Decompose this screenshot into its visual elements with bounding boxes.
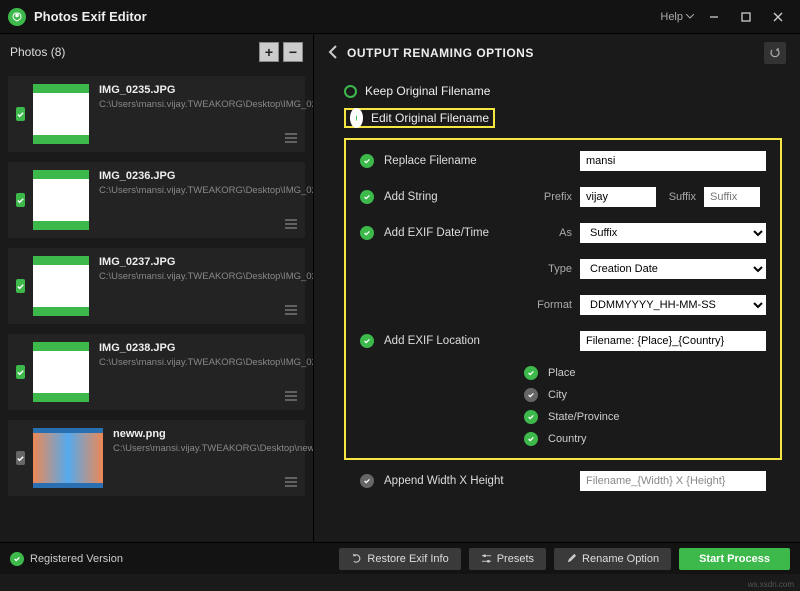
help-menu[interactable]: Help bbox=[660, 11, 694, 23]
thumbnail bbox=[33, 170, 89, 230]
rename-options: Replace Filename Add String Prefix Suffi… bbox=[344, 138, 782, 460]
back-button[interactable] bbox=[328, 45, 337, 62]
check-add-location[interactable] bbox=[360, 334, 374, 348]
statusbar: Registered Version Restore Exif Info Pre… bbox=[0, 542, 800, 574]
item-menu-icon[interactable] bbox=[285, 133, 297, 146]
photo-list[interactable]: IMG_0235.JPG C:\Users\mansi.vijay.TWEAKOR… bbox=[0, 70, 313, 542]
thumbnail bbox=[33, 428, 103, 488]
filepath: C:\Users\mansi.vijay.TWEAKORG\Desktop\ne… bbox=[113, 443, 313, 455]
minimize-button[interactable] bbox=[700, 5, 728, 29]
pencil-icon bbox=[566, 553, 577, 564]
location-pattern-input[interactable] bbox=[580, 331, 766, 351]
check-city[interactable] bbox=[524, 388, 538, 402]
checkbox-icon[interactable] bbox=[16, 279, 25, 293]
radio-edit-original[interactable]: Edit Original Filename bbox=[344, 108, 782, 128]
app-title: Photos Exif Editor bbox=[34, 9, 660, 24]
check-place[interactable] bbox=[524, 366, 538, 380]
checkbox-icon[interactable] bbox=[16, 451, 25, 465]
filepath: C:\Users\mansi.vijay.TWEAKORG\Desktop\IM… bbox=[99, 185, 313, 197]
filename: IMG_0236.JPG bbox=[99, 170, 313, 182]
checkbox-icon[interactable] bbox=[16, 365, 25, 379]
suffix-input[interactable] bbox=[704, 187, 760, 207]
check-country[interactable] bbox=[524, 432, 538, 446]
item-menu-icon[interactable] bbox=[285, 219, 297, 232]
sidebar: Photos (8) + − IMG_0235.JPG C:\Users\mans… bbox=[0, 34, 314, 542]
thumbnail bbox=[33, 84, 89, 144]
datetime-as-select[interactable]: Suffix bbox=[580, 223, 766, 243]
photo-item[interactable]: neww.pngC:\Users\mansi.vijay.TWEAKORG\De… bbox=[8, 420, 305, 496]
titlebar: Photos Exif Editor Help bbox=[0, 0, 800, 34]
sidebar-title: Photos (8) bbox=[10, 45, 255, 59]
close-button[interactable] bbox=[764, 5, 792, 29]
photo-item[interactable]: IMG_0237.JPGC:\Users\mansi.vijay.TWEAKOR… bbox=[8, 248, 305, 324]
start-process-button[interactable]: Start Process bbox=[679, 548, 790, 570]
presets-button[interactable]: Presets bbox=[469, 548, 546, 570]
remove-photo-button[interactable]: − bbox=[283, 42, 303, 62]
photo-item[interactable]: IMG_0238.JPGC:\Users\mansi.vijay.TWEAKOR… bbox=[8, 334, 305, 410]
add-photo-button[interactable]: + bbox=[259, 42, 279, 62]
filename: IMG_0235.JPG bbox=[99, 84, 313, 96]
filepath: C:\Users\mansi.vijay.TWEAKORG\Desktop\IM… bbox=[99, 357, 313, 369]
wh-pattern-input bbox=[580, 471, 766, 491]
filename: IMG_0237.JPG bbox=[99, 256, 313, 268]
prefix-input[interactable] bbox=[580, 187, 656, 207]
photo-item[interactable]: IMG_0235.JPGC:\Users\mansi.vijay.TWEAKOR… bbox=[8, 76, 305, 152]
reset-button[interactable] bbox=[764, 42, 786, 64]
datetime-type-select[interactable]: Creation Date bbox=[580, 259, 766, 279]
panel-title: OUTPUT RENAMING OPTIONS bbox=[347, 46, 764, 60]
check-add-string[interactable] bbox=[360, 190, 374, 204]
checkbox-icon[interactable] bbox=[16, 193, 25, 207]
check-state[interactable] bbox=[524, 410, 538, 424]
thumbnail bbox=[33, 342, 89, 402]
replace-filename-input[interactable] bbox=[580, 151, 766, 171]
app-logo-icon bbox=[8, 8, 26, 26]
check-add-datetime[interactable] bbox=[360, 226, 374, 240]
photo-item[interactable]: IMG_0236.JPGC:\Users\mansi.vijay.TWEAKOR… bbox=[8, 162, 305, 238]
check-append-wh[interactable] bbox=[360, 474, 374, 488]
datetime-format-select[interactable]: DDMMYYYY_HH-MM-SS bbox=[580, 295, 766, 315]
item-menu-icon[interactable] bbox=[285, 305, 297, 318]
thumbnail bbox=[33, 256, 89, 316]
radio-icon bbox=[344, 85, 357, 98]
check-replace-filename[interactable] bbox=[360, 154, 374, 168]
maximize-button[interactable] bbox=[732, 5, 760, 29]
restore-exif-button[interactable]: Restore Exif Info bbox=[339, 548, 460, 570]
chevron-down-icon bbox=[686, 14, 694, 19]
filepath: C:\Users\mansi.vijay.TWEAKORG\Desktop\IM… bbox=[99, 99, 313, 111]
filepath: C:\Users\mansi.vijay.TWEAKORG\Desktop\IM… bbox=[99, 271, 313, 283]
checkbox-icon[interactable] bbox=[16, 107, 25, 121]
registered-status: Registered Version bbox=[10, 552, 123, 566]
watermark: ws.xsdn.com bbox=[748, 580, 794, 589]
radio-keep-original[interactable]: Keep Original Filename bbox=[344, 84, 782, 98]
rename-option-button[interactable]: Rename Option bbox=[554, 548, 671, 570]
filename: neww.png bbox=[113, 428, 313, 440]
sliders-icon bbox=[481, 553, 492, 564]
item-menu-icon[interactable] bbox=[285, 477, 297, 490]
filename: IMG_0238.JPG bbox=[99, 342, 313, 354]
item-menu-icon[interactable] bbox=[285, 391, 297, 404]
check-icon bbox=[10, 552, 24, 566]
radio-icon bbox=[350, 108, 363, 128]
restore-icon bbox=[351, 553, 362, 564]
main-panel: OUTPUT RENAMING OPTIONS Keep Original Fi… bbox=[314, 34, 800, 542]
